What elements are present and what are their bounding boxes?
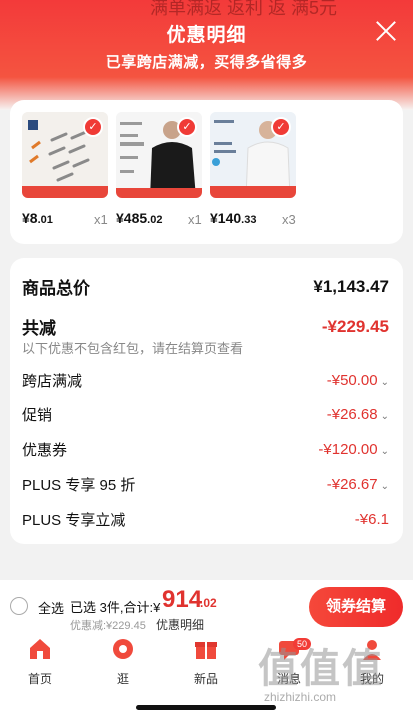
selected-check-icon[interactable]: ✓ [83,117,103,137]
discount-total-label: 共减 [22,319,56,338]
chevron-down-icon: ⌄ [380,377,389,388]
home-icon [30,639,50,659]
product-price: ¥140.33 [210,210,257,226]
tab-home[interactable]: 首页 [10,636,70,687]
product-quantity: x1 [188,212,202,227]
total-price-row: 商品总价 ¥1,143.47 [22,274,389,299]
background-text: 满单满返 返利 返 满5元 [150,0,338,18]
tab-new[interactable]: 新品 [176,636,236,687]
chevron-down-icon: ⌄ [380,481,389,492]
watermark: 值值值 [258,647,384,691]
product-list: ✓ ¥8.01 x1 ✓ ¥485.02 x1 ✓ ¥140.33 x3 [10,100,403,244]
close-icon[interactable] [375,20,397,42]
total-price-value: ¥1,143.47 [313,276,389,296]
browse-icon [113,639,133,659]
product-price: ¥485.02 [116,210,163,226]
price-summary: 商品总价 ¥1,143.47 共减 -¥229.45 以下优惠不包含红包，请在结… [10,258,403,544]
product-image-jacket[interactable]: ✓ [116,112,202,198]
header: 满单满返 返利 返 满5元 优惠明细 已享跨店满减，买得多省得多 [0,0,413,110]
discount-row[interactable]: 促销 -¥26.68 ⌄ [22,404,389,425]
product-price: ¥8.01 [22,210,53,226]
home-indicator [136,705,276,710]
selected-check-icon[interactable]: ✓ [271,117,291,137]
chevron-down-icon: ⌄ [380,411,389,422]
product-quantity: x3 [282,212,296,227]
page-subtitle: 已享跨店满减，买得多省得多 [105,54,308,71]
total-price-label: 商品总价 [22,279,90,298]
checkout-button[interactable]: 领券结算 [309,587,403,627]
product-quantity: x1 [94,212,108,227]
total-amount: 914 [162,586,203,613]
selected-count: 已选 3件,合计:¥ [70,600,161,615]
select-all-radio[interactable] [10,597,28,615]
total-amount-decimal: .02 [200,596,217,610]
discount-row[interactable]: 跨店满减 -¥50.00 ⌄ [22,370,389,391]
product-image-bolts[interactable]: ✓ [22,112,108,198]
discount-note: 以下优惠不包含红包，请在结算页查看 [22,341,244,356]
select-all-label[interactable]: 全选 [38,598,64,617]
page-title: 优惠明细 [166,25,247,46]
gift-box-icon [195,642,217,659]
discount-row: PLUS 专享立减 -¥6.1 [22,511,389,529]
tab-browse[interactable]: 逛 [93,636,153,687]
chevron-down-icon: ⌄ [380,446,389,457]
discount-total-value: -¥229.45 [321,316,389,336]
discount-row[interactable]: PLUS 专享 95 折 -¥26.67 ⌄ [22,474,389,495]
watermark-url: zhizhizhi.com [264,690,337,704]
discount-row[interactable]: 优惠券 -¥120.00 ⌄ [22,439,389,460]
selected-check-icon[interactable]: ✓ [177,117,197,137]
product-image-coat[interactable]: ✓ [210,112,296,198]
discount-total-row: 共减 -¥229.45 [22,314,389,339]
